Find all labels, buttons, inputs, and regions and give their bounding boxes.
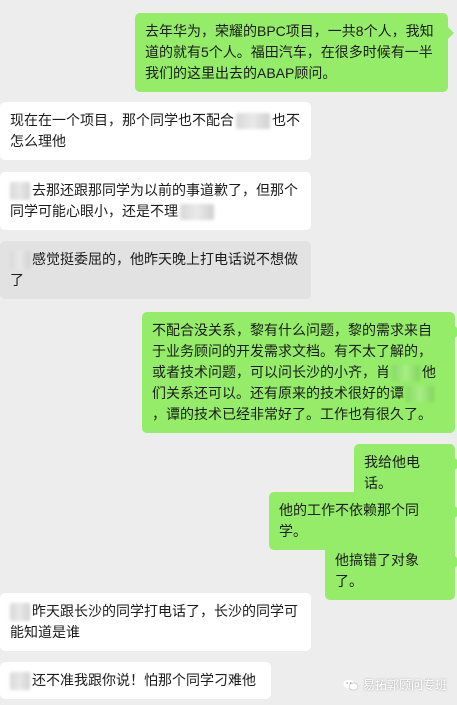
redacted-name: [10, 182, 30, 200]
message-bubble-received[interactable]: 感觉挺委屈的，他昨天晚上打电话说不想做了: [0, 241, 311, 299]
wechat-icon: [343, 679, 359, 690]
message-bubble-sent[interactable]: 不配合没关系，黎有什么问题，黎的需求来自于业务顾问的开发需求文档。有不太了解的，…: [142, 312, 457, 433]
message-text: 去年华为，荣耀的BPC项目，一共8个人，我知道的就有5个人。福田汽车，在很多时候…: [145, 23, 434, 81]
redacted-name: [10, 251, 30, 269]
redacted-name: [392, 365, 420, 382]
message-text: ，谭的技术已经非常好了。工作也有很久了。: [152, 406, 432, 422]
redacted-name: [10, 672, 30, 690]
redacted-name: [406, 386, 434, 403]
message-text: 去那还跟那同学为以前的事道歉了，但那个同学可能心眼小，还是不理: [10, 182, 298, 219]
message-text: 感觉挺委屈的，他昨天晚上打电话说不想做了: [10, 251, 298, 288]
message-bubble-received[interactable]: 昨天跟长沙的同学打电话了，长沙的同学可能知道是谁: [0, 593, 311, 651]
watermark-text: 易拓郭顾问专班: [362, 678, 447, 692]
message-text: 我给他电话。: [364, 454, 420, 491]
bubble-tail: [448, 27, 454, 39]
message-text: 他的工作不依赖那个同学。: [279, 502, 419, 539]
message-text: 昨天跟长沙的同学打电话了，长沙的同学可能知道是谁: [10, 603, 298, 640]
watermark: 易拓郭顾问专班: [343, 676, 447, 693]
redacted-name: [236, 113, 270, 130]
message-bubble-received[interactable]: 还不准我跟你说！怕那个同学刁难他: [0, 662, 271, 699]
redacted-name: [180, 204, 214, 221]
message-bubble-sent[interactable]: 他搞错了对象了。: [325, 542, 457, 600]
message-bubble-sent[interactable]: 去年华为，荣耀的BPC项目，一共8个人，我知道的就有5个人。福田汽车，在很多时候…: [135, 13, 454, 92]
message-text: 现在在一个项目，那个同学也不配合: [10, 112, 234, 128]
message-text: 不配合没关系，黎有什么问题，黎的需求来自于业务顾问的开发需求文档。有不太了解的，…: [152, 322, 432, 380]
message-text: 还不准我跟你说！怕那个同学刁难他: [32, 672, 256, 688]
message-bubble-received[interactable]: 现在在一个项目，那个同学也不配合 也不怎么理他: [0, 102, 311, 160]
message-bubble-received[interactable]: 去那还跟那同学为以前的事道歉了，但那个同学可能心眼小，还是不理: [0, 172, 311, 230]
redacted-name: [10, 603, 30, 621]
message-text: 他搞错了对象了。: [335, 552, 419, 589]
